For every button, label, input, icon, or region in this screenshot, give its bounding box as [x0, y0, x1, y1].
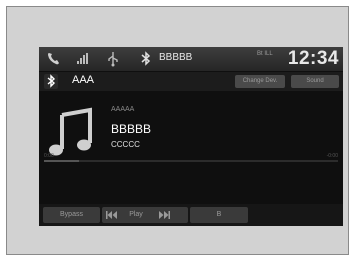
transport-controls: Play	[102, 207, 188, 223]
infotainment-screen: BBBBB Bt ILL 12:34 AAA Change Dev. Sound…	[39, 47, 343, 226]
source-bar: AAA Change Dev. Sound	[39, 72, 343, 91]
signal-icon	[77, 53, 88, 64]
bypass-button[interactable]: Bypass	[43, 207, 100, 223]
status-bar: BBBBB Bt ILL 12:34	[39, 47, 343, 71]
status-device-name: BBBBB	[159, 52, 193, 63]
skip-back-icon[interactable]	[106, 211, 118, 219]
clock: 12:34	[287, 48, 339, 69]
bluetooth-icon	[141, 51, 151, 66]
progress-fill	[44, 160, 80, 162]
control-bar: Bypass Play B	[39, 204, 343, 226]
phone-icon[interactable]	[45, 51, 63, 67]
album-name: CCCCC	[111, 140, 140, 149]
progress-bar[interactable]	[44, 160, 338, 162]
play-button[interactable]: Play	[121, 207, 151, 223]
artist-name: AAAAA	[111, 106, 135, 113]
sound-button[interactable]: Sound	[291, 75, 339, 88]
elapsed-time: 0:00	[44, 153, 54, 159]
audio-source-name: AAA	[72, 74, 95, 86]
usb-icon	[108, 52, 118, 67]
display-frame: BBBBB Bt ILL 12:34 AAA Change Dev. Sound…	[6, 6, 349, 255]
signal-indicator-text: Bt ILL	[257, 51, 273, 57]
change-device-button[interactable]: Change Dev.	[235, 75, 285, 88]
track-title: BBBBB	[111, 122, 152, 136]
skip-forward-icon[interactable]	[158, 211, 170, 219]
menu-b-button[interactable]: B	[190, 207, 248, 223]
music-note-icon	[49, 107, 92, 156]
bluetooth-icon	[44, 74, 58, 89]
remaining-time: -0:00	[326, 153, 338, 159]
